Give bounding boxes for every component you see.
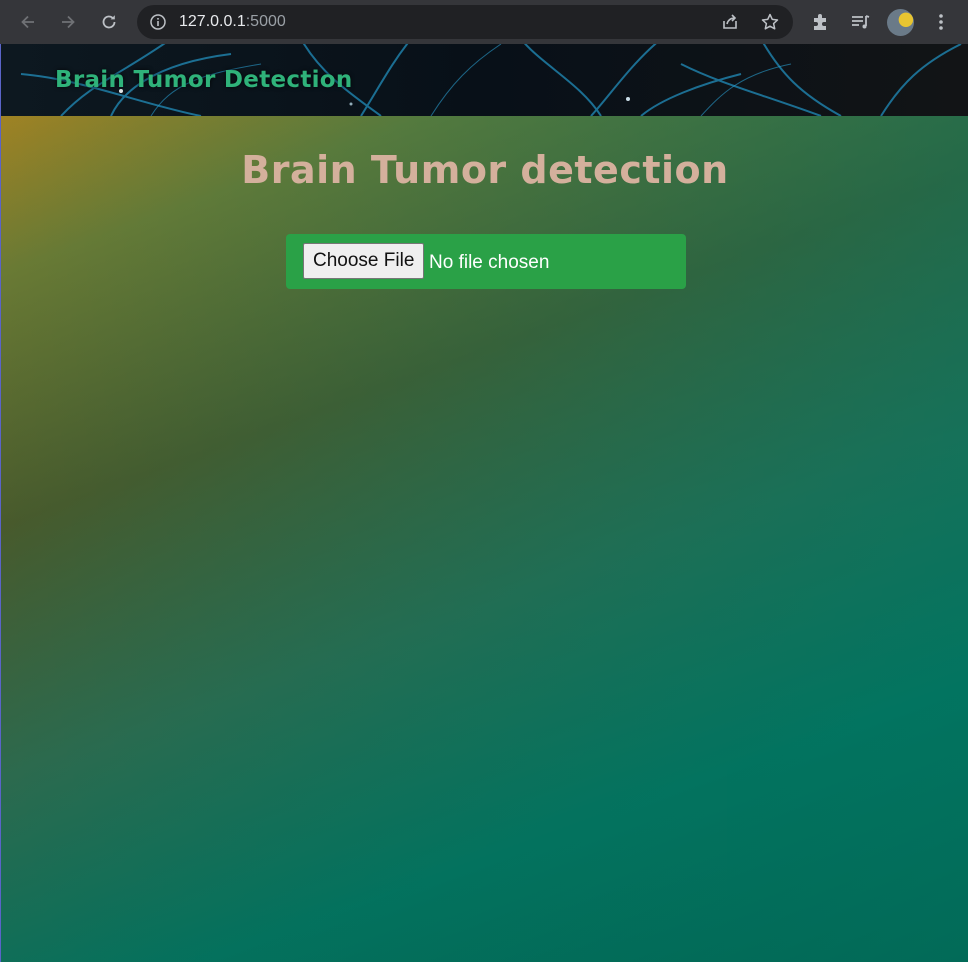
file-upload-box: Choose File No file chosen: [286, 234, 686, 289]
file-status-text: No file chosen: [429, 252, 550, 273]
url-text: 127.0.0.1:5000: [179, 13, 286, 31]
kebab-menu-icon[interactable]: [930, 11, 952, 33]
browser-toolbar: 127.0.0.1:5000: [0, 0, 968, 44]
forward-button[interactable]: [54, 8, 82, 36]
page-title: Brain Tumor detection: [241, 148, 729, 192]
info-icon[interactable]: [149, 13, 167, 31]
share-icon[interactable]: [720, 12, 740, 32]
site-header: Brain Tumor Detection: [1, 44, 968, 116]
page-content: Brain Tumor Detection Brain Tumor detect…: [0, 44, 968, 962]
reading-list-icon[interactable]: [849, 11, 871, 33]
puzzle-icon[interactable]: [810, 11, 832, 33]
back-arrow-icon: [21, 15, 34, 29]
reload-icon: [102, 15, 116, 29]
url-port: :5000: [245, 13, 286, 30]
back-button[interactable]: [14, 8, 42, 36]
profile-avatar[interactable]: [887, 9, 914, 36]
address-bar[interactable]: 127.0.0.1:5000: [137, 5, 793, 39]
site-title[interactable]: Brain Tumor Detection: [55, 67, 353, 93]
choose-file-button[interactable]: Choose File: [303, 243, 425, 279]
reload-button[interactable]: [95, 8, 123, 36]
url-host: 127.0.0.1: [179, 13, 246, 30]
forward-arrow-icon: [62, 15, 75, 29]
star-icon[interactable]: [760, 12, 780, 32]
